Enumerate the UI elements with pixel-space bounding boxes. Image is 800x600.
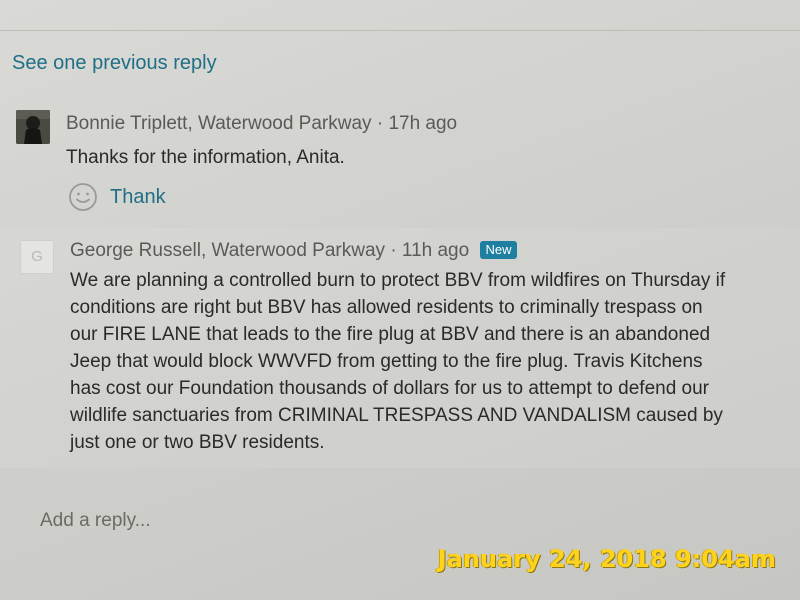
divider [0, 30, 800, 31]
author-name[interactable]: George Russell, Waterwood Parkway [70, 240, 385, 261]
thank-button[interactable]: Thank [68, 180, 166, 214]
reply-time: 11h ago [401, 240, 470, 261]
see-previous-reply-link[interactable]: See one previous reply [12, 52, 217, 75]
meta-separator: · [376, 113, 384, 134]
photo-timestamp: January 24, 2018 9:04am [437, 545, 776, 573]
avatar[interactable]: G [20, 240, 54, 274]
reply-body: Thanks for the information, Anita. [66, 147, 345, 168]
reply-body-line: Jeep that would block WWVFD from getting… [70, 351, 703, 372]
reply-meta: George Russell, Waterwood Parkway · 11h … [70, 240, 517, 262]
new-badge: New [480, 241, 517, 259]
reply-body-line: wildlife sanctuaries from CRIMINAL TRESP… [70, 405, 723, 426]
add-reply-input[interactable]: Add a reply... [40, 506, 460, 536]
reply-body: We are planning a controlled burn to pro… [70, 267, 798, 456]
avatar-letter: G [31, 248, 43, 265]
reply-body-line: our FIRE LANE that leads to the fire plu… [70, 324, 711, 345]
smiley-icon [69, 183, 97, 211]
profile-photo-icon [16, 110, 50, 144]
meta-separator: · [390, 240, 397, 261]
reply-body-line: has cost our Foundation thousands of dol… [70, 378, 710, 399]
author-name[interactable]: Bonnie Triplett, Waterwood Parkway [66, 113, 372, 134]
reply-time: 17h ago [388, 113, 458, 134]
reply-body-line: conditions are right but BBV has allowed… [70, 297, 703, 318]
reply-meta: Bonnie Triplett, Waterwood Parkway · 17h… [66, 113, 457, 135]
reply-body-line: just one or two BBV residents. [70, 432, 325, 453]
reply-body-line: We are planning a controlled burn to pro… [70, 270, 726, 291]
avatar[interactable] [16, 110, 50, 144]
thank-label: Thank [110, 185, 166, 208]
